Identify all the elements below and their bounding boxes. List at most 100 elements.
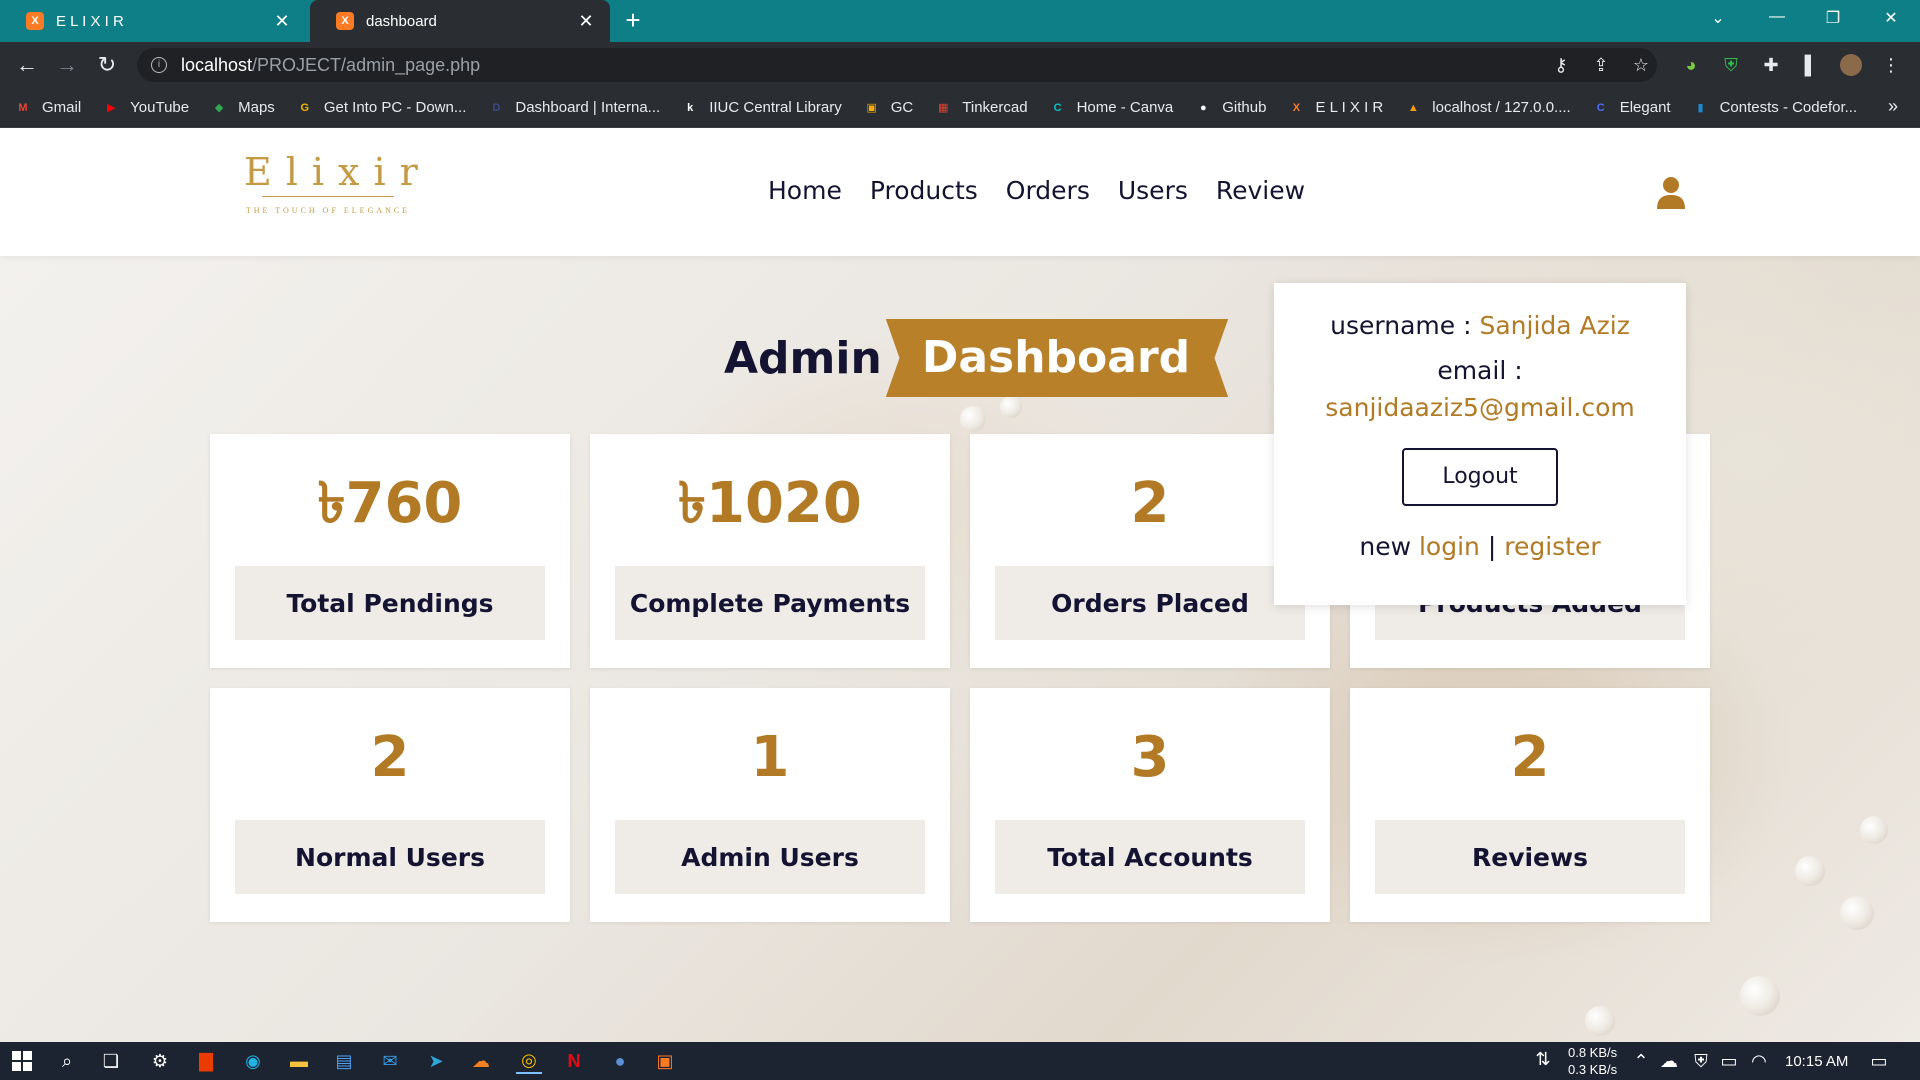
back-icon[interactable]: ← xyxy=(14,52,40,78)
stat-label: Orders Placed xyxy=(995,566,1305,640)
net-up-speed: 0.3 KB/s xyxy=(1568,1062,1618,1077)
restore-icon[interactable]: ❐ xyxy=(1818,8,1848,28)
clock[interactable]: 10:15 AM xyxy=(1785,1053,1848,1070)
bookmark-star-icon[interactable]: ☆ xyxy=(1630,54,1652,76)
notifications-icon[interactable]: ▭ xyxy=(1866,1048,1892,1074)
bookmark-item[interactable]: M Gmail xyxy=(14,99,81,117)
bookmark-item[interactable]: ▮ Contests - Codefor... xyxy=(1692,99,1858,117)
bookmark-item[interactable]: ▲ localhost / 127.0.0.... xyxy=(1404,99,1571,117)
settings-gear-icon[interactable]: ⚙ xyxy=(147,1048,173,1074)
stat-card-complete-payments: ৳1020 Complete Payments xyxy=(590,434,950,668)
menu-kebab-icon[interactable]: ⋮ xyxy=(1880,54,1902,76)
bookmark-item[interactable]: ▣ GC xyxy=(863,99,914,117)
bookmark-item[interactable]: ▶ YouTube xyxy=(102,99,189,117)
decor-pearl xyxy=(1795,856,1825,886)
email-value: sanjidaaziz5@gmail.com xyxy=(1325,393,1635,422)
bookmark-label: Gmail xyxy=(42,99,82,116)
stat-label: Reviews xyxy=(1375,820,1685,894)
classroom-icon: ▣ xyxy=(866,102,877,114)
bookmark-item[interactable]: ▦ Tinkercad xyxy=(934,99,1028,117)
logout-button[interactable]: Logout xyxy=(1402,448,1558,506)
logo-tagline: THE TOUCH OF ELEGANCE xyxy=(245,206,411,215)
login-link[interactable]: login xyxy=(1419,532,1480,561)
edge-icon[interactable]: ◉ xyxy=(240,1048,266,1074)
task-view-icon[interactable]: ❏ xyxy=(98,1048,124,1074)
file-explorer-icon[interactable]: ▬ xyxy=(286,1048,312,1074)
user-icon[interactable] xyxy=(1656,176,1686,210)
site-header: Elixir THE TOUCH OF ELEGANCE Home Produc… xyxy=(0,128,1920,256)
xampp-icon: X xyxy=(1292,101,1301,114)
bookmark-item[interactable]: ◆ Maps xyxy=(210,99,275,117)
decor-pearl xyxy=(1860,816,1888,844)
canva-icon: C xyxy=(1053,101,1062,114)
search-icon[interactable]: ⌕ xyxy=(54,1048,80,1074)
nav-orders[interactable]: Orders xyxy=(1006,176,1090,205)
nav-review[interactable]: Review xyxy=(1216,176,1305,205)
nav-home[interactable]: Home xyxy=(768,176,842,205)
stat-value: 1 xyxy=(750,725,790,790)
address-bar-row: ← → ↻ i localhost/PROJECT/admin_page.php… xyxy=(0,42,1920,88)
telegram-icon[interactable]: ➤ xyxy=(423,1048,449,1074)
tab-dashboard[interactable]: X dashboard ✕ xyxy=(310,0,610,42)
defender-icon[interactable]: ⛨ xyxy=(1688,1048,1714,1074)
tray-chevron-icon[interactable]: ⌃ xyxy=(1628,1048,1654,1074)
office-icon[interactable]: ▇ xyxy=(193,1048,219,1074)
bookmark-item[interactable]: D Dashboard | Interna... xyxy=(487,99,660,117)
forward-icon[interactable]: → xyxy=(54,52,80,78)
close-icon[interactable]: ✕ xyxy=(576,11,596,32)
new-tab-button[interactable]: + xyxy=(620,7,646,34)
bookmark-item[interactable]: G Get Into PC - Down... xyxy=(296,99,467,117)
bookmark-item[interactable]: k IIUC Central Library xyxy=(681,99,842,117)
key-icon[interactable]: ⚷ xyxy=(1550,54,1572,76)
site-info-icon[interactable]: i xyxy=(151,57,167,73)
window-close-icon[interactable]: ✕ xyxy=(1876,8,1906,28)
site-logo[interactable]: Elixir THE TOUCH OF ELEGANCE xyxy=(244,150,432,220)
netflix-icon[interactable]: N xyxy=(561,1048,587,1074)
bookmark-item[interactable]: ● Github xyxy=(1194,99,1267,117)
logo-flourish xyxy=(262,196,394,202)
logo-text: Elixir xyxy=(244,150,432,194)
extensions-puzzle-icon[interactable]: ✚ xyxy=(1760,54,1782,76)
side-panel-icon[interactable]: ▌ xyxy=(1800,54,1822,76)
wifi-icon[interactable]: ◠ xyxy=(1746,1048,1772,1074)
store-icon[interactable]: ▤ xyxy=(331,1048,357,1074)
elegant-icon: C xyxy=(1596,101,1605,114)
stat-value: ৳760 xyxy=(317,471,463,536)
bookmark-item[interactable]: XE L I X I R xyxy=(1287,99,1383,117)
url-input[interactable]: i localhost/PROJECT/admin_page.php xyxy=(137,48,1657,82)
tab-elixir[interactable]: X E L I X I R ✕ xyxy=(0,0,306,42)
stat-label: Total Pendings xyxy=(235,566,545,640)
youtube-icon: ▶ xyxy=(106,102,116,114)
chrome-icon[interactable]: ◎ xyxy=(516,1048,542,1074)
stat-label: Complete Payments xyxy=(615,566,925,640)
nav-users[interactable]: Users xyxy=(1118,176,1188,205)
bookmark-item[interactable]: C Home - Canva xyxy=(1049,99,1174,117)
gmail-icon: M xyxy=(18,101,28,114)
xampp-icon[interactable]: ▣ xyxy=(652,1048,678,1074)
reload-icon[interactable]: ↻ xyxy=(94,52,120,78)
close-icon[interactable]: ✕ xyxy=(272,11,292,32)
register-link[interactable]: register xyxy=(1504,532,1600,561)
bookmark-item[interactable]: C Elegant xyxy=(1592,99,1671,117)
stat-value: 2 xyxy=(1510,725,1550,790)
bookmarks-overflow-icon[interactable]: » xyxy=(1888,96,1898,117)
cloud-app-icon[interactable]: ☁ xyxy=(468,1048,494,1074)
username-value: Sanjida Aziz xyxy=(1479,311,1630,340)
tab-search-icon[interactable]: ⌄ xyxy=(1703,8,1733,28)
share-icon[interactable]: ⇪ xyxy=(1590,54,1612,76)
stat-card-admin-users: 1 Admin Users xyxy=(590,688,950,922)
stat-value: ৳1020 xyxy=(678,471,862,536)
nav-products[interactable]: Products xyxy=(870,176,978,205)
battery-icon[interactable]: ▭ xyxy=(1716,1048,1742,1074)
mail-icon[interactable]: ✉ xyxy=(377,1048,403,1074)
minimize-icon[interactable]: — xyxy=(1762,8,1792,26)
bookmark-label: Maps xyxy=(238,99,275,116)
onedrive-icon[interactable]: ☁ xyxy=(1656,1048,1682,1074)
windows-start-icon[interactable] xyxy=(9,1048,35,1074)
extension-color-icon[interactable]: ◕ xyxy=(1680,54,1702,76)
profile-avatar-icon[interactable] xyxy=(1840,54,1862,76)
decor-pearl xyxy=(1000,396,1022,418)
shield-icon[interactable]: ⛨ xyxy=(1720,54,1742,76)
qbittorrent-icon[interactable]: ● xyxy=(607,1048,633,1074)
github-icon: ● xyxy=(1199,101,1207,114)
